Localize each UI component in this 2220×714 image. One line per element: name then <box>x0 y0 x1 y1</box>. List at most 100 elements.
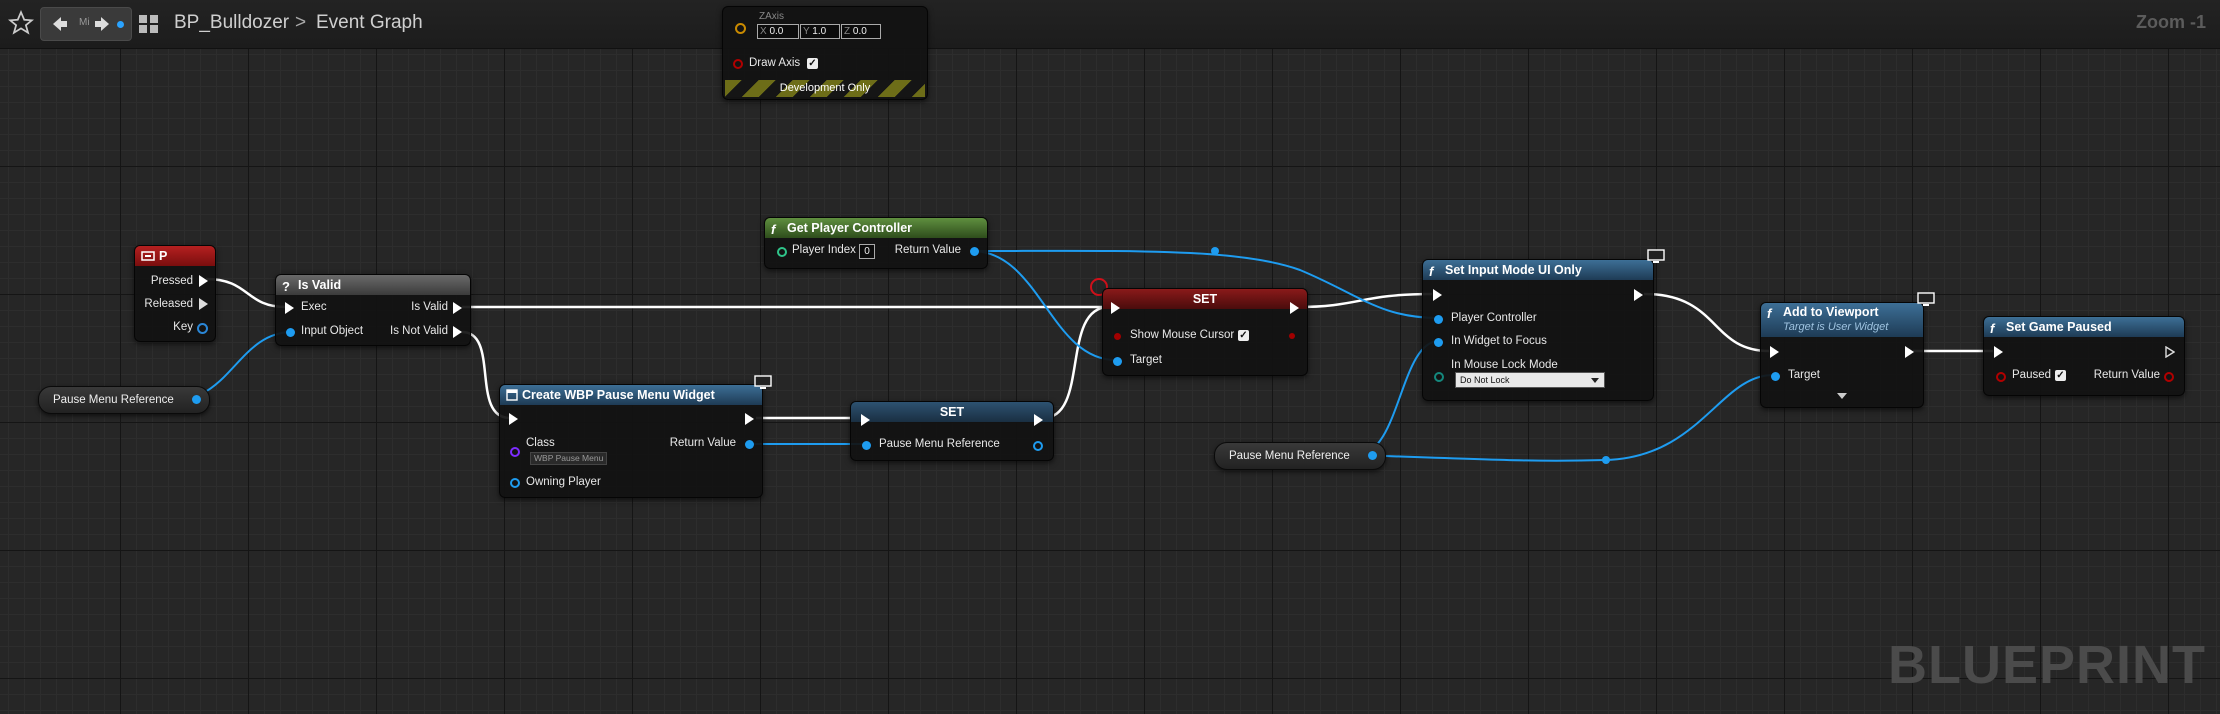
create-widget-exec-in-pin[interactable] <box>509 413 518 425</box>
expand-advanced-chevron-icon[interactable] <box>1837 393 1847 399</box>
add-to-viewport-header: f Add to Viewport Target is User Widget <box>1761 303 1923 337</box>
create-widget-return-pin[interactable] <box>745 440 754 449</box>
add-to-viewport-exec-in-pin[interactable] <box>1770 346 1779 358</box>
pause-menu-reference-label: Pause Menu Reference <box>53 394 174 406</box>
breadcrumb-event-graph[interactable]: Event Graph <box>316 12 423 34</box>
class-pin[interactable] <box>510 447 520 457</box>
add-to-viewport-target-pin[interactable] <box>1771 372 1780 381</box>
set-game-paused-return-pin[interactable] <box>2164 372 2174 382</box>
set-cursor-title: SET <box>1192 292 1218 306</box>
draw-axis-label: Draw Axis <box>749 57 801 69</box>
paused-label: Paused <box>2012 369 2052 381</box>
set-game-paused-exec-in-pin[interactable] <box>1994 346 2003 358</box>
zaxis-draw-node[interactable]: ZAxis X 0.0 Y 1.0 Z 0.0 Draw Axis ✓ Deve… <box>722 6 928 100</box>
key-p-event-node[interactable]: P Pressed Released Key <box>134 245 216 342</box>
is-not-valid-exec-pin[interactable] <box>453 326 462 338</box>
set-cursor-target-pin[interactable] <box>1113 357 1122 366</box>
player-index-field[interactable]: 0 <box>859 244 875 259</box>
pause-menu-reference-out-pin-2[interactable] <box>1368 451 1377 460</box>
set-input-mode-ui-only-node[interactable]: f Set Input Mode UI Only Player Controll… <box>1422 249 1665 401</box>
released-exec-pin[interactable] <box>199 298 208 310</box>
gpc-return-value-pin[interactable] <box>970 247 979 256</box>
zaxis-x-field[interactable]: X 0.0 <box>757 24 799 39</box>
set-cursor-exec-in-pin[interactable] <box>1111 302 1120 314</box>
breadcrumb-blueprint[interactable]: BP_Bulldozer <box>174 12 289 34</box>
set-input-mode-exec-out-pin[interactable] <box>1634 289 1643 301</box>
paused-pin[interactable] <box>1996 372 2006 382</box>
set-reference-exec-in-pin[interactable] <box>861 414 870 426</box>
client-only-screen-icon <box>1917 292 1935 306</box>
create-widget-return-label: Return Value <box>669 437 736 449</box>
set-pause-menu-reference-node[interactable]: SET Pause Menu Reference <box>850 401 1054 461</box>
get-player-controller-title: Get Player Controller <box>787 221 913 235</box>
nav-indicator-dot <box>117 21 124 28</box>
show-mouse-cursor-pin[interactable] <box>1114 333 1121 340</box>
back-arrow-icon[interactable] <box>47 13 69 35</box>
pressed-exec-pin[interactable] <box>199 275 208 287</box>
is-valid-out-label: Is Valid <box>411 301 448 313</box>
set-input-mode-exec-in-pin[interactable] <box>1433 289 1442 301</box>
draw-axis-pin[interactable] <box>733 59 743 69</box>
pause-menu-reference-getter[interactable]: Pause Menu Reference <box>38 386 210 414</box>
is-not-valid-label: Is Not Valid <box>390 325 448 337</box>
player-controller-pin[interactable] <box>1434 315 1443 324</box>
set-show-mouse-cursor-node[interactable]: SET Show Mouse Cursor ✓ Target <box>1102 288 1308 376</box>
key-label: Key <box>173 321 193 333</box>
set-reference-output-pin[interactable] <box>1033 441 1043 451</box>
breadcrumb-separator: > <box>295 12 307 33</box>
add-to-viewport-exec-out-pin[interactable] <box>1905 346 1914 358</box>
is-valid-node[interactable]: ? Is Valid Exec Input Object Is Valid Is… <box>275 274 471 346</box>
mouse-lock-mode-pin[interactable] <box>1434 372 1444 382</box>
pause-menu-reference-out-pin[interactable] <box>192 395 201 404</box>
owning-player-label: Owning Player <box>526 476 601 488</box>
owning-player-pin[interactable] <box>510 478 520 488</box>
input-object-pin[interactable] <box>286 328 295 337</box>
add-to-viewport-subtitle: Target is User Widget <box>1783 321 1889 333</box>
set-reference-label: Pause Menu Reference <box>879 438 1000 450</box>
is-valid-exec-label: Exec <box>301 301 327 313</box>
add-to-viewport-node[interactable]: f Add to Viewport Target is User Widget … <box>1760 292 1935 408</box>
class-selector[interactable]: WBP Pause Menu <box>530 452 608 465</box>
zaxis-input-pin[interactable] <box>735 23 746 34</box>
draw-axis-checkbox[interactable]: ✓ <box>807 58 818 69</box>
is-valid-exec-out-pin[interactable] <box>453 302 462 314</box>
gpc-return-value-label: Return Value <box>894 244 961 256</box>
show-mouse-cursor-checkbox[interactable]: ✓ <box>1238 330 1249 341</box>
function-icon: f <box>1429 264 1434 279</box>
set-game-paused-exec-out-pin[interactable] <box>2165 346 2175 358</box>
zoom-level: Zoom -1 <box>2136 12 2206 32</box>
player-index-label: Player Index <box>792 244 856 256</box>
paused-checkbox[interactable]: ✓ <box>2055 370 2066 381</box>
set-reference-exec-out-pin[interactable] <box>1034 414 1043 426</box>
set-reference-title: SET <box>939 405 965 419</box>
set-reference-input-pin[interactable] <box>862 441 871 450</box>
get-player-controller-node[interactable]: f Get Player Controller Player Index 0 R… <box>764 217 988 269</box>
create-widget-node[interactable]: Create WBP Pause Menu Widget Class WBP P… <box>499 375 772 498</box>
key-output-pin[interactable] <box>197 323 208 334</box>
set-input-mode-header: f Set Input Mode UI Only <box>1423 260 1653 280</box>
player-index-pin[interactable] <box>777 247 787 257</box>
released-label: Released <box>144 298 193 310</box>
graph-title-bar: Mi BP_Bulldozer > Event Graph Zoom -1 <box>0 0 2220 49</box>
add-to-viewport-target-label: Target <box>1788 369 1820 381</box>
widget-icon <box>506 389 518 401</box>
pause-menu-reference-getter-2[interactable]: Pause Menu Reference <box>1214 442 1386 470</box>
client-only-screen-icon <box>754 375 772 389</box>
create-widget-exec-out-pin[interactable] <box>745 413 754 425</box>
in-widget-to-focus-pin[interactable] <box>1434 338 1443 347</box>
show-mouse-cursor-out-pin[interactable] <box>1289 333 1295 339</box>
set-input-mode-title: Set Input Mode UI Only <box>1445 263 1582 277</box>
is-valid-exec-in-pin[interactable] <box>285 302 294 314</box>
zaxis-y-field[interactable]: Y 1.0 <box>800 24 840 39</box>
question-mark-icon: ? <box>282 279 290 294</box>
mouse-lock-mode-dropdown[interactable]: Do Not Lock <box>1455 372 1605 388</box>
function-icon: f <box>771 222 776 237</box>
set-cursor-exec-out-pin[interactable] <box>1290 302 1299 314</box>
set-game-paused-node[interactable]: f Set Game Paused Paused ✓ Return Value <box>1983 316 2185 396</box>
zaxis-z-field[interactable]: Z 0.0 <box>841 24 881 39</box>
keyboard-event-icon <box>141 251 155 261</box>
favorite-star-icon[interactable] <box>8 10 34 36</box>
set-game-paused-header: f Set Game Paused <box>1984 317 2184 337</box>
forward-arrow-icon[interactable] <box>93 13 115 35</box>
key-p-title: P <box>159 249 168 263</box>
